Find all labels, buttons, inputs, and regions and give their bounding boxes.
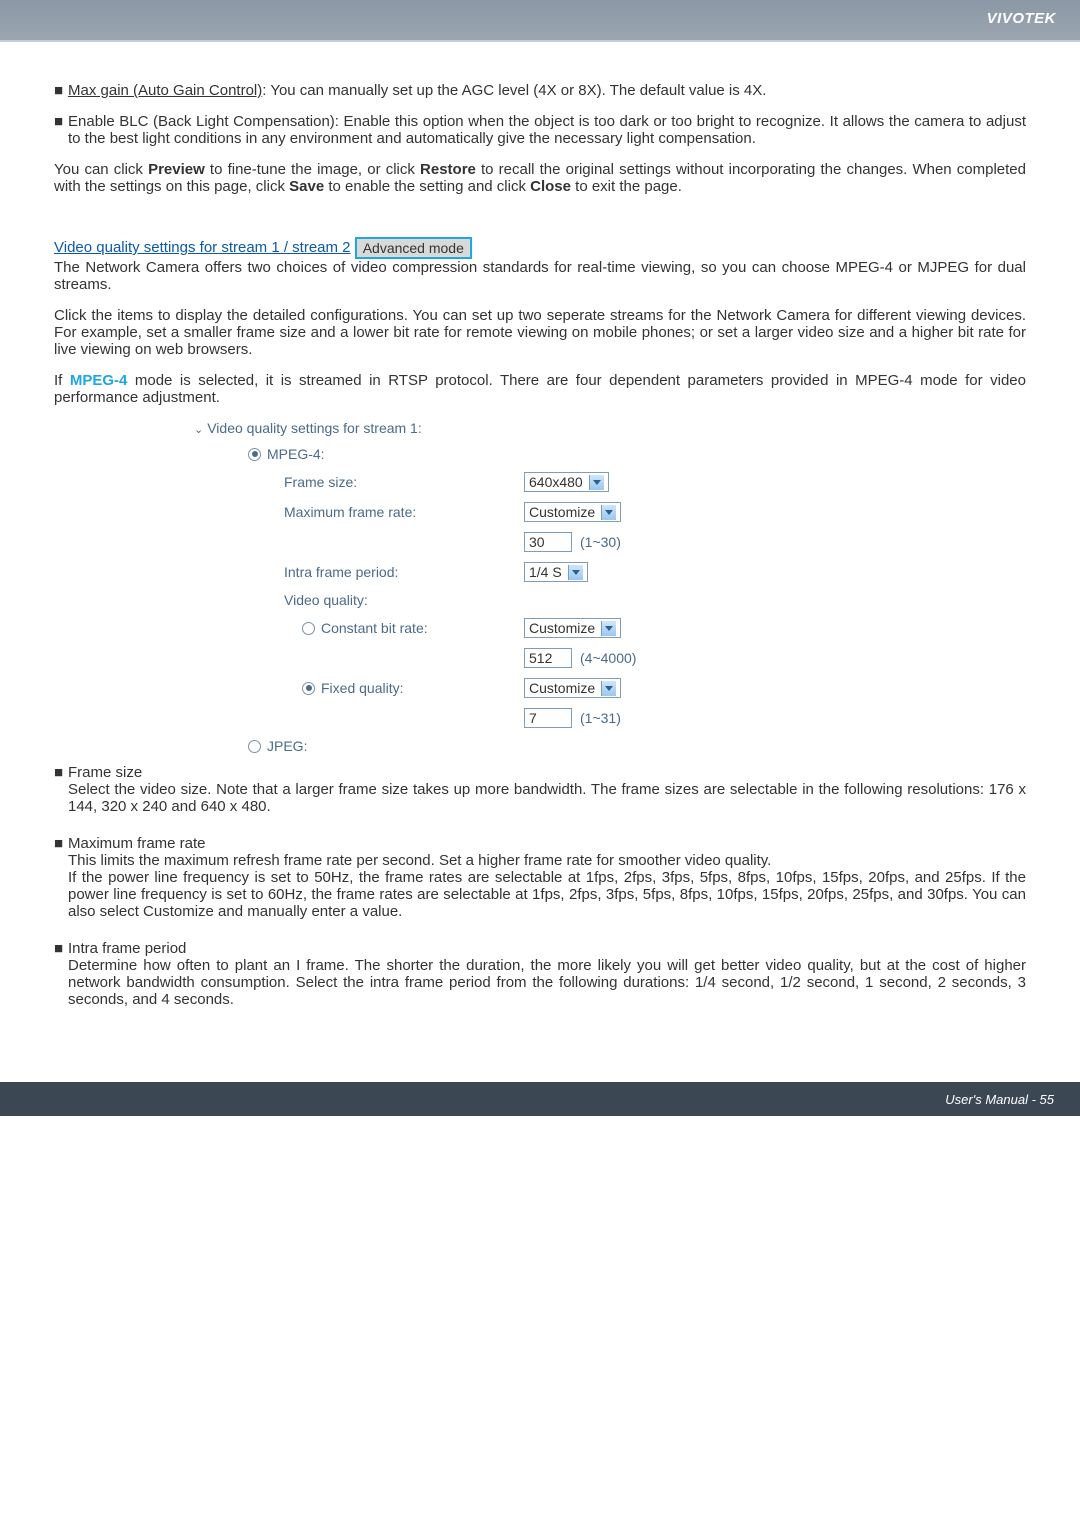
select-frame-size[interactable]: 640x480: [524, 472, 609, 492]
select-intra[interactable]: 1/4 S: [524, 562, 588, 582]
select-value: Customize: [529, 504, 595, 520]
bullet-mark: ■: [54, 835, 68, 934]
radio-icon: [248, 740, 261, 753]
sub-max-rate: ■ Maximum frame rate This limits the max…: [54, 835, 1026, 934]
bullet-text: Max gain (Auto Gain Control): You can ma…: [68, 82, 1026, 99]
bullet-max-gain: ■ Max gain (Auto Gain Control): You can …: [54, 82, 1026, 99]
label-max-frame-rate: Maximum frame rate:: [284, 504, 524, 520]
label-frame-size: Frame size:: [284, 474, 524, 490]
radio-constant-bit-rate[interactable]: Constant bit rate:: [284, 620, 524, 636]
select-value: Customize: [529, 680, 595, 696]
radio-fixed-quality[interactable]: Fixed quality:: [284, 680, 524, 696]
select-value: Customize: [529, 620, 595, 636]
t: If: [54, 372, 70, 389]
page-footer: User's Manual - 55: [0, 1082, 1080, 1116]
radio-label: JPEG:: [267, 738, 307, 754]
t: You can click: [54, 161, 148, 178]
para-preview: You can click Preview to fine-tune the i…: [54, 161, 1026, 195]
t: to fine-tune the image, or click: [205, 161, 420, 178]
select-cbr[interactable]: Customize: [524, 618, 621, 638]
radio-jpeg[interactable]: JPEG:: [248, 738, 1026, 754]
radio-label: MPEG-4:: [267, 446, 325, 462]
sub-heading: Intra frame period: [68, 940, 1026, 957]
advanced-mode-badge: Advanced mode: [355, 237, 472, 259]
radio-label: Fixed quality:: [321, 680, 403, 696]
input-fixed-quality[interactable]: 7: [524, 708, 572, 728]
kw-mpeg4: MPEG-4: [70, 372, 128, 389]
select-value: 640x480: [529, 474, 583, 490]
t: to exit the page.: [571, 178, 682, 195]
range-cbr: (4~4000): [580, 650, 636, 666]
section-title-row: Video quality settings for stream 1 / st…: [54, 237, 1026, 259]
sub-text: Select the video size. Note that a large…: [68, 781, 1026, 815]
radio-icon: [302, 682, 315, 695]
kw-save: Save: [289, 178, 324, 195]
dropdown-icon: [601, 621, 616, 636]
para-two-streams: The Network Camera offers two choices of…: [54, 259, 1026, 293]
bullet-mark: ■: [54, 764, 68, 829]
para-mpeg: If MPEG-4 mode is selected, it is stream…: [54, 372, 1026, 406]
footer-text: User's Manual - 55: [945, 1092, 1054, 1107]
kw-restore: Restore: [420, 161, 476, 178]
kw-close: Close: [530, 178, 571, 195]
page-body: ■ Max gain (Auto Gain Control): You can …: [0, 42, 1080, 1052]
radio-icon: [302, 622, 315, 635]
para-click-items: Click the items to display the detailed …: [54, 307, 1026, 358]
dropdown-icon: [568, 565, 583, 580]
chevron-down-icon: ⌄: [194, 424, 203, 436]
dropdown-icon: [601, 681, 616, 696]
t: mode is selected, it is streamed in RTSP…: [54, 372, 1026, 406]
t: to enable the setting and click: [324, 178, 530, 195]
sub-heading: Frame size: [68, 764, 1026, 781]
dropdown-icon: [589, 475, 604, 490]
form-title-text: Video quality settings for stream 1:: [207, 420, 422, 436]
bullet-text: Enable BLC (Back Light Compensation): En…: [68, 113, 1026, 147]
radio-icon: [248, 448, 261, 461]
range-fixed-quality: (1~31): [580, 710, 621, 726]
kw-preview: Preview: [148, 161, 205, 178]
page-header: VIVOTEK: [0, 0, 1080, 40]
sub-frame-size: ■ Frame size Select the video size. Note…: [54, 764, 1026, 829]
sub-text: If the power line frequency is set to 50…: [68, 869, 1026, 920]
video-quality-form: ⌄ Video quality settings for stream 1: MP…: [194, 420, 1026, 754]
bullet-lead: Max gain (Auto Gain Control): [68, 82, 262, 99]
label-intra: Intra frame period:: [284, 564, 524, 580]
sub-heading: Maximum frame rate: [68, 835, 1026, 852]
input-cbr[interactable]: 512: [524, 648, 572, 668]
sub-text: This limits the maximum refresh frame ra…: [68, 852, 1026, 869]
bullet-rest: : You can manually set up the AGC level …: [262, 82, 766, 99]
sub-intra: ■ Intra frame period Determine how often…: [54, 940, 1026, 1022]
section-link[interactable]: Video quality settings for stream 1 / st…: [54, 239, 351, 256]
sub-text: Determine how often to plant an I frame.…: [68, 957, 1026, 1008]
form-title: ⌄ Video quality settings for stream 1:: [194, 420, 1026, 436]
bullet-mark: ■: [54, 82, 68, 99]
brand-text: VIVOTEK: [987, 10, 1056, 27]
bullet-blc: ■ Enable BLC (Back Light Compensation): …: [54, 113, 1026, 147]
bullet-mark: ■: [54, 113, 68, 147]
radio-label: Constant bit rate:: [321, 620, 428, 636]
select-max-frame-rate[interactable]: Customize: [524, 502, 621, 522]
dropdown-icon: [601, 505, 616, 520]
range-max-frame-rate: (1~30): [580, 534, 621, 550]
bullet-mark: ■: [54, 940, 68, 1022]
input-max-frame-rate[interactable]: 30: [524, 532, 572, 552]
radio-mpeg4[interactable]: MPEG-4:: [248, 446, 1026, 462]
label-video-quality: Video quality:: [284, 592, 524, 608]
select-value: 1/4 S: [529, 564, 562, 580]
select-fixed-quality[interactable]: Customize: [524, 678, 621, 698]
